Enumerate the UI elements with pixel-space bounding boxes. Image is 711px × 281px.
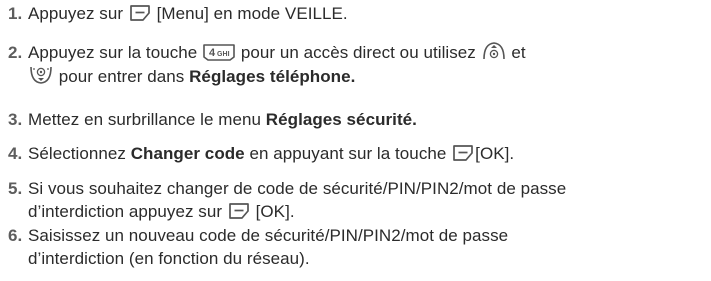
step-6: 6. Saisissez un nouveau code de sécurité/… bbox=[8, 224, 701, 270]
step-text: Saisissez un nouveau code de sécurité/PI… bbox=[28, 226, 509, 245]
step-text: pour entrer dans bbox=[58, 67, 185, 86]
step-2: 2. Appuyez sur la touche 4 GHI pour un ac… bbox=[8, 40, 701, 88]
option-name-bold: Changer code bbox=[130, 144, 245, 163]
instruction-list: 1. Appuyez sur [Menu] en mode VEILLE. 2. A… bbox=[0, 0, 711, 281]
step-text: et bbox=[511, 43, 526, 62]
step-text: pour un accès direct ou utilisez bbox=[240, 43, 476, 62]
step-number: 1. bbox=[8, 4, 23, 23]
step-4: 4. Sélectionnez Changer code en appuyant … bbox=[8, 142, 701, 165]
step-text: en appuyant sur la touche bbox=[249, 144, 447, 163]
step-text: Si vous souhaitez changer de code de séc… bbox=[28, 179, 567, 198]
step-continuation: d’interdiction appuyez sur [OK]. bbox=[8, 200, 701, 223]
step-number: 3. bbox=[8, 110, 23, 129]
key-4-number: 4 bbox=[209, 47, 216, 59]
step-text: Appuyez sur la touche bbox=[28, 43, 198, 62]
step-text: [Menu] en mode VEILLE. bbox=[156, 4, 348, 23]
soft-key-icon bbox=[227, 201, 251, 221]
step-text: [OK]. bbox=[255, 202, 295, 221]
step-text: Sélectionnez bbox=[28, 144, 126, 163]
soft-key-icon bbox=[128, 3, 152, 23]
step-5: 5. Si vous souhaitez changer de code de s… bbox=[8, 177, 701, 223]
step-text: d’interdiction appuyez sur bbox=[28, 202, 223, 221]
step-continuation: d’interdiction (en fonction du réseau). bbox=[8, 247, 701, 270]
step-text: [OK]. bbox=[475, 144, 515, 163]
step-text: Appuyez sur bbox=[28, 4, 124, 23]
step-number: 2. bbox=[8, 43, 23, 62]
step-number: 6. bbox=[8, 226, 23, 245]
key-4-ghi-icon: 4 GHI bbox=[202, 42, 236, 62]
step-number: 5. bbox=[8, 179, 23, 198]
key-4-letters: GHI bbox=[217, 51, 230, 58]
step-3: 3. Mettez en surbrillance le menu Réglage… bbox=[8, 108, 701, 131]
nav-key-down-icon bbox=[28, 64, 54, 86]
soft-key-icon bbox=[451, 143, 475, 163]
step-text: Mettez en surbrillance le menu bbox=[28, 110, 262, 129]
menu-name-bold: Réglages téléphone. bbox=[189, 67, 356, 86]
step-number: 4. bbox=[8, 144, 23, 163]
step-text: d’interdiction (en fonction du réseau). bbox=[28, 249, 310, 268]
nav-key-up-icon bbox=[481, 40, 507, 62]
menu-name-bold: Réglages sécurité. bbox=[265, 110, 417, 129]
step-1: 1. Appuyez sur [Menu] en mode VEILLE. bbox=[8, 2, 701, 25]
step-continuation: pour entrer dans Réglages téléphone. bbox=[8, 64, 701, 88]
